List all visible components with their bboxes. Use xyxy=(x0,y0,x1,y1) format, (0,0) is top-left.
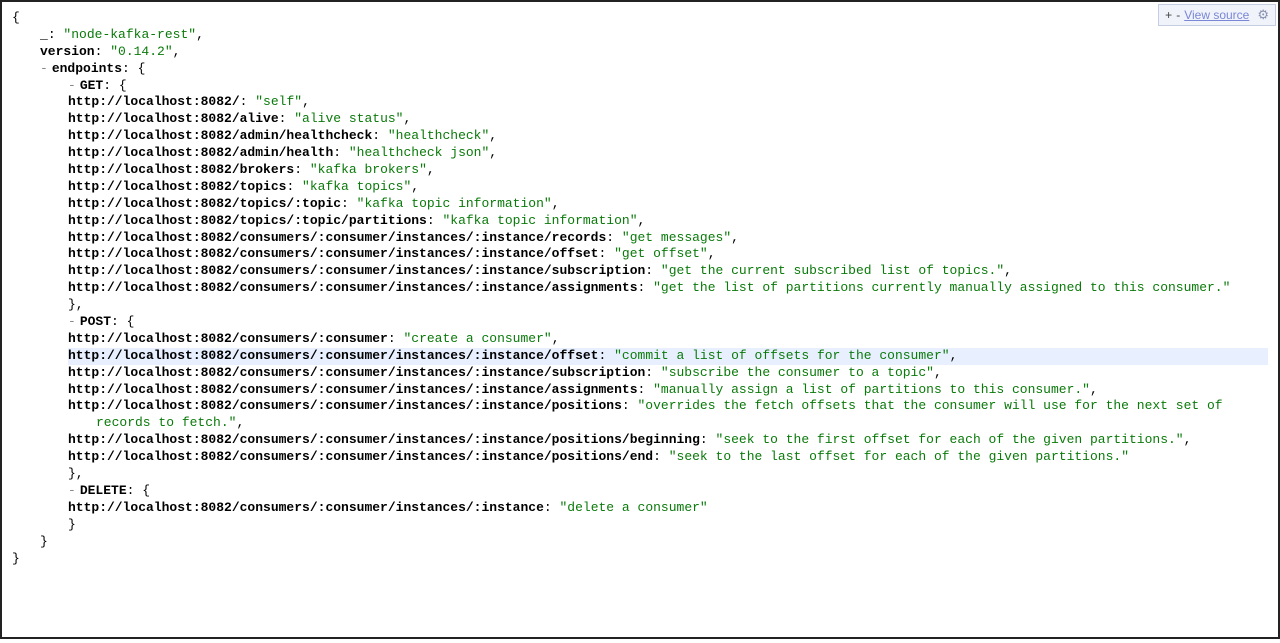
endpoint-row: http://localhost:8082/consumers/:consume… xyxy=(68,365,1268,382)
endpoint-row: http://localhost:8082/topics: "kafka top… xyxy=(68,179,1268,196)
endpoint-value: "get messages" xyxy=(622,230,731,245)
collapse-all-button[interactable]: - xyxy=(1176,8,1180,22)
endpoint-key: http://localhost:8082/topics xyxy=(68,179,286,194)
endpoint-row: http://localhost:8082/consumers/:consume… xyxy=(68,348,1268,365)
endpoint-key: http://localhost:8082/consumers/:consume… xyxy=(68,398,622,413)
version-property: version: "0.14.2", xyxy=(12,44,1268,61)
endpoint-row: http://localhost:8082/consumers/:consume… xyxy=(68,230,1268,247)
endpoint-key: http://localhost:8082/consumers/:consume… xyxy=(68,280,638,295)
endpoints-open: -endpoints: { xyxy=(12,61,1268,78)
root-close-brace: } xyxy=(12,551,1268,568)
endpoint-row: http://localhost:8082/consumers/:consume… xyxy=(68,432,1268,449)
endpoint-key: http://localhost:8082/consumers/:consume… xyxy=(68,331,388,346)
endpoint-row: http://localhost:8082/alive: "alive stat… xyxy=(68,111,1268,128)
endpoint-value: "healthcheck json" xyxy=(349,145,489,160)
endpoint-key: http://localhost:8082/topics/:topic xyxy=(68,196,341,211)
endpoint-value: "kafka topic information" xyxy=(442,213,637,228)
endpoint-row: http://localhost:8082/admin/healthcheck:… xyxy=(68,128,1268,145)
endpoint-key: http://localhost:8082/brokers xyxy=(68,162,294,177)
root-open-brace: { xyxy=(12,10,1268,27)
delete-close: } xyxy=(12,517,1268,534)
endpoint-value: "manually assign a list of partitions to… xyxy=(653,382,1090,397)
endpoint-value: "kafka topics" xyxy=(302,179,411,194)
name-property: _: "node-kafka-rest", xyxy=(12,27,1268,44)
post-open: -POST: { xyxy=(12,314,1268,331)
endpoint-value: "kafka topic information" xyxy=(357,196,552,211)
endpoint-row: http://localhost:8082/consumers/:consume… xyxy=(68,449,1268,466)
endpoint-row: http://localhost:8082/: "self", xyxy=(68,94,1268,111)
endpoint-value: "seek to the first offset for each of th… xyxy=(716,432,1184,447)
endpoint-row: http://localhost:8082/consumers/:consume… xyxy=(68,398,1268,432)
endpoints-close: } xyxy=(12,534,1268,551)
endpoint-value: "get offset" xyxy=(614,246,708,261)
endpoint-row: http://localhost:8082/consumers/:consume… xyxy=(68,500,1268,517)
toggle-icon[interactable]: - xyxy=(68,314,80,329)
endpoint-value: "kafka brokers" xyxy=(310,162,427,177)
endpoint-key: http://localhost:8082/consumers/:consume… xyxy=(68,230,606,245)
endpoint-row: http://localhost:8082/admin/health: "hea… xyxy=(68,145,1268,162)
endpoint-key: http://localhost:8082/consumers/:consume… xyxy=(68,365,645,380)
expand-all-button[interactable]: + xyxy=(1165,8,1172,22)
endpoint-key: http://localhost:8082/consumers/:consume… xyxy=(68,263,645,278)
endpoint-key: http://localhost:8082/topics/:topic/part… xyxy=(68,213,427,228)
endpoint-row: http://localhost:8082/consumers/:consume… xyxy=(68,331,1268,348)
json-tree: { _: "node-kafka-rest", version: "0.14.2… xyxy=(2,2,1278,587)
endpoint-row: http://localhost:8082/consumers/:consume… xyxy=(68,382,1268,399)
endpoint-key: http://localhost:8082/consumers/:consume… xyxy=(68,348,599,363)
endpoint-row: http://localhost:8082/topics/:topic: "ka… xyxy=(68,196,1268,213)
endpoint-value: "delete a consumer" xyxy=(560,500,708,515)
endpoint-value: "seek to the last offset for each of the… xyxy=(669,449,1129,464)
json-viewer-toolbar: + - View source ⚙ xyxy=(1158,4,1276,26)
endpoint-value: "get the list of partitions currently ma… xyxy=(653,280,1230,295)
view-source-link[interactable]: View source xyxy=(1184,8,1249,22)
endpoint-value: "get the current subscribed list of topi… xyxy=(661,263,1004,278)
endpoint-value: "create a consumer" xyxy=(403,331,551,346)
endpoint-value: "commit a list of offsets for the consum… xyxy=(614,348,949,363)
endpoint-value: "self" xyxy=(255,94,302,109)
endpoint-key: http://localhost:8082/alive xyxy=(68,111,279,126)
post-close: }, xyxy=(12,466,1268,483)
endpoint-row: http://localhost:8082/consumers/:consume… xyxy=(68,280,1268,297)
endpoint-value: "subscribe the consumer to a topic" xyxy=(661,365,934,380)
endpoint-key: http://localhost:8082/admin/health xyxy=(68,145,333,160)
endpoint-key: http://localhost:8082/consumers/:consume… xyxy=(68,246,599,261)
toggle-icon[interactable]: - xyxy=(68,78,80,93)
endpoint-key: http://localhost:8082/consumers/:consume… xyxy=(68,382,638,397)
delete-open: -DELETE: { xyxy=(12,483,1268,500)
endpoint-key: http://localhost:8082/ xyxy=(68,94,240,109)
endpoint-row: http://localhost:8082/topics/:topic/part… xyxy=(68,213,1268,230)
get-close: }, xyxy=(12,297,1268,314)
toggle-icon[interactable]: - xyxy=(68,483,80,498)
endpoint-row: http://localhost:8082/brokers: "kafka br… xyxy=(68,162,1268,179)
toggle-icon[interactable]: - xyxy=(40,61,52,76)
endpoint-key: http://localhost:8082/consumers/:consume… xyxy=(68,432,700,447)
gear-icon[interactable]: ⚙ xyxy=(1257,7,1269,23)
endpoint-row: http://localhost:8082/consumers/:consume… xyxy=(68,263,1268,280)
endpoint-key: http://localhost:8082/admin/healthcheck xyxy=(68,128,372,143)
get-open: -GET: { xyxy=(12,78,1268,95)
endpoint-row: http://localhost:8082/consumers/:consume… xyxy=(68,246,1268,263)
endpoint-value: "healthcheck" xyxy=(388,128,489,143)
endpoint-key: http://localhost:8082/consumers/:consume… xyxy=(68,449,653,464)
endpoint-key: http://localhost:8082/consumers/:consume… xyxy=(68,500,544,515)
endpoint-value: "alive status" xyxy=(294,111,403,126)
